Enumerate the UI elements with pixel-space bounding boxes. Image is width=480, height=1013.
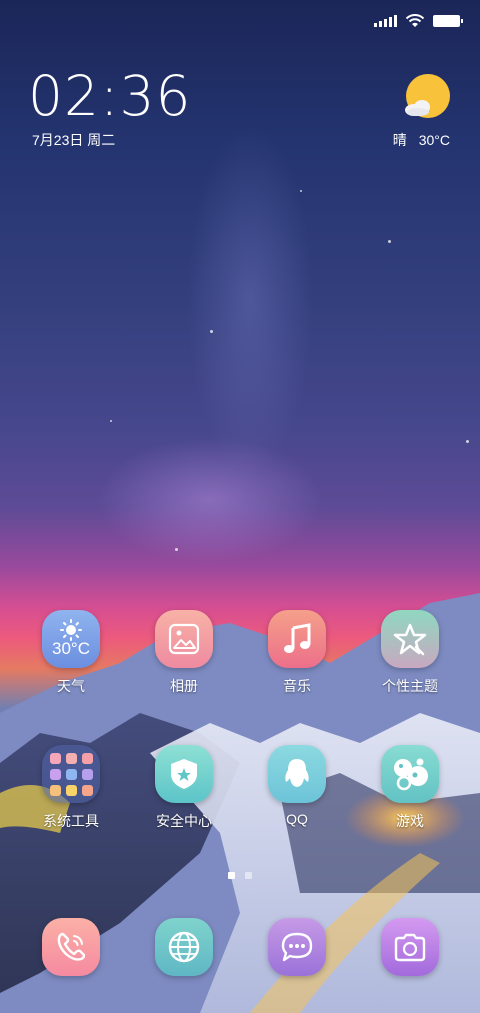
app-security-center[interactable]: 安全中心 [134,745,234,831]
sun-small-icon [60,619,82,641]
gallery-icon [155,610,213,668]
weather-temperature: 30°C [418,132,450,148]
phone-icon [42,918,100,976]
app-label: 个性主题 [382,678,438,694]
game-icon [381,745,439,803]
music-note-icon [268,610,326,668]
weather-icon: 30°C [42,610,100,668]
message-icon [268,918,326,976]
app-qq[interactable]: QQ [247,745,347,827]
app-label: 音乐 [283,678,311,694]
app-label: 天气 [57,678,85,694]
sun-cloud-icon [405,74,450,118]
camera-icon [381,918,439,976]
app-label: 相册 [170,678,198,694]
app-label: QQ [286,811,308,827]
wallpaper [0,0,480,1013]
qq-penguin-icon [268,745,326,803]
app-music[interactable]: 音乐 [247,610,347,696]
dock-browser[interactable] [134,918,234,976]
dock-phone[interactable] [21,918,121,976]
app-gallery[interactable]: 相册 [134,610,234,696]
app-label: 系统工具 [43,813,99,829]
battery-icon [433,15,463,27]
globe-icon [155,918,213,976]
shield-icon [155,745,213,803]
star-icon [381,610,439,668]
app-themes[interactable]: 个性主题 [360,610,460,696]
folder-system-tools[interactable]: 系统工具 [21,745,121,831]
weather-condition: 晴 [392,132,407,148]
page-indicator [0,872,480,879]
page-dot-1[interactable] [228,872,235,879]
app-weather[interactable]: 30°C 天气 [21,610,121,696]
clock-date: 7月23日 周二 [32,132,116,148]
clock-time[interactable]: 02:36 [28,66,192,126]
dock-camera[interactable] [360,918,460,976]
folder-icon [42,745,100,803]
weather-app-temperature: 30°C [52,639,90,658]
app-games[interactable]: 游戏 [360,745,460,831]
app-label: 游戏 [396,813,424,829]
signal-icon [374,15,397,27]
app-label: 安全中心 [156,813,212,829]
page-dot-2[interactable] [245,872,252,879]
dock-messages[interactable] [247,918,347,976]
status-bar [374,10,463,32]
wifi-icon [405,14,425,27]
weather-summary: 晴 30°C [393,130,450,150]
